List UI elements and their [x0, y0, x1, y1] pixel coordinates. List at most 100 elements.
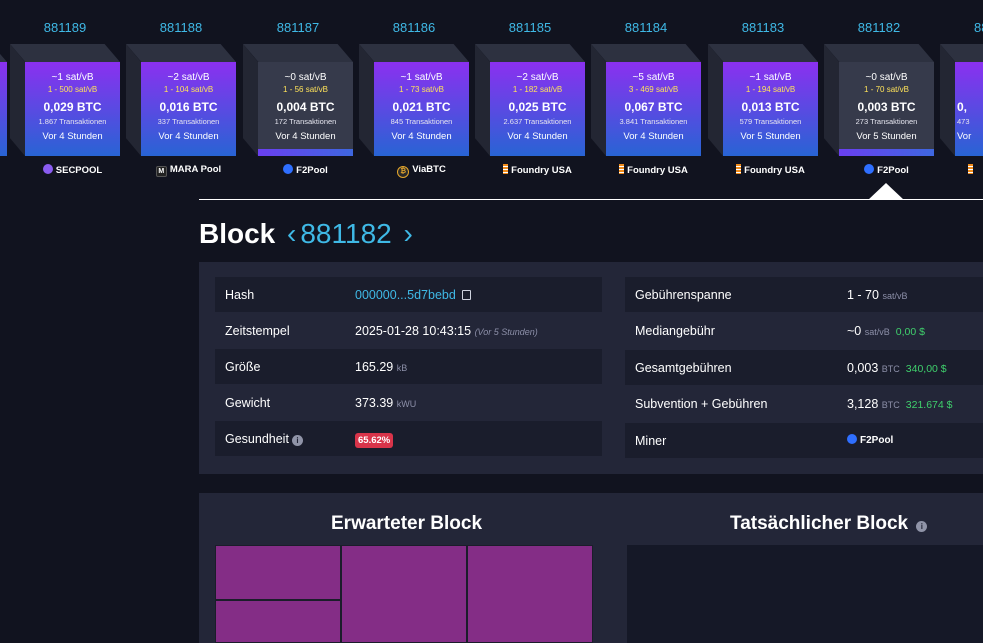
block-pool[interactable]: Foundry USA: [490, 164, 585, 176]
block-fill-bar: [258, 149, 353, 156]
block-cube[interactable]: 881187 ~0 sat/vB 1 - 56 sat/vB 0,004 BTC…: [243, 0, 353, 185]
block-tx-count: 1.867 Transaktionen: [38, 117, 107, 126]
block-median-fee: ~1 sat/vB: [749, 72, 792, 83]
block-height[interactable]: 881188: [126, 20, 236, 35]
block-cube[interactable]: 881181 0, 473 Vor: [940, 0, 983, 185]
viabtc-icon: ₿: [397, 166, 410, 178]
block-cube[interactable]: [0, 0, 7, 185]
page-title: Block ‹ 881182 ›: [199, 218, 417, 250]
selected-block-indicator: [868, 183, 904, 200]
foundry-icon: [503, 164, 509, 174]
block-fee-range: 1 - 104 sat/vB: [163, 85, 214, 94]
info-icon[interactable]: i: [916, 521, 928, 532]
block-height[interactable]: 881189: [10, 20, 120, 35]
detail-row-total-fees: Gesamtgebühren 0,003 BTC 340,00 $: [625, 350, 983, 385]
block-time: Vor: [957, 131, 972, 142]
actual-block-visualization[interactable]: [627, 545, 983, 643]
block-cube[interactable]: 881188 ~2 sat/vB 1 - 104 sat/vB 0,016 BT…: [126, 0, 236, 185]
block-pool[interactable]: F2Pool: [258, 164, 353, 176]
block-total-fees: 0,067 BTC: [624, 100, 683, 114]
block-cube[interactable]: 881189 ~1 sat/vB 1 - 500 sat/vB 0,029 BT…: [10, 0, 120, 185]
block-median-fee: ~1 sat/vB: [400, 72, 443, 83]
detail-row-health: Gesundheit i 65.62%: [215, 421, 602, 456]
copy-icon[interactable]: [461, 290, 471, 300]
block-time: Vor 5 Stunden: [740, 131, 801, 142]
block-height[interactable]: 881181: [974, 20, 983, 35]
foundry-icon: [619, 164, 625, 174]
block-total-fees: 0,: [957, 100, 968, 114]
block-total-fees: 0,016 BTC: [159, 100, 218, 114]
block-total-fees: 0,004 BTC: [276, 100, 335, 114]
block-size-value: 165.29: [355, 360, 394, 374]
block-median-fee: ~0 sat/vB: [284, 72, 327, 83]
tx-tile[interactable]: [467, 545, 593, 643]
block-fee-range: 3 - 469 sat/vB: [628, 85, 679, 94]
page-title-label: Block: [199, 218, 276, 249]
f2pool-icon: [864, 164, 875, 174]
block-tx-count: 2.637 Transaktionen: [503, 117, 572, 126]
block-tx-count: 3.841 Transaktionen: [619, 117, 688, 126]
block-timestamp: 2025-01-28 10:43:15: [355, 324, 472, 338]
block-median-fee: ~5 sat/vB: [632, 72, 675, 83]
expected-block-title: Erwarteter Block: [331, 513, 483, 534]
block-total-fees: 0,029 BTC: [43, 100, 102, 114]
fiat-value: 340,00 $: [905, 363, 947, 375]
block-tx-count: 473: [957, 117, 970, 126]
info-icon[interactable]: i: [291, 435, 303, 446]
block-hash-link[interactable]: 000000...5d7bebd: [355, 288, 456, 302]
block-cube[interactable]: 881184 ~5 sat/vB 3 - 469 sat/vB 0,067 BT…: [591, 0, 701, 185]
tx-tile[interactable]: [215, 600, 341, 643]
block-pool[interactable]: M MARA Pool: [141, 164, 236, 177]
f2pool-icon: [283, 164, 294, 174]
block-median-fee: ~2 sat/vB: [167, 72, 210, 83]
block-pool[interactable]: F2Pool: [839, 164, 934, 176]
foundry-icon: [968, 164, 973, 174]
block-pool[interactable]: Foundry USA: [723, 164, 818, 176]
detail-row-subsidy: Subvention + Gebühren 3,128 BTC 321.674 $: [635, 397, 953, 411]
fiat-value: 0,00 $: [895, 326, 925, 338]
block-cube[interactable]: 881186 ~1 sat/vB 1 - 73 sat/vB 0,021 BTC…: [359, 0, 469, 185]
block-time: Vor 4 Stunden: [275, 131, 336, 142]
tx-tile[interactable]: [215, 545, 341, 600]
miner-link[interactable]: F2Pool: [847, 434, 893, 446]
next-block-button[interactable]: ›: [404, 218, 413, 249]
block-pool[interactable]: [968, 164, 983, 176]
detail-row-weight: Gewicht 373.39 kWU: [225, 396, 417, 410]
block-weight-value: 373.39: [355, 396, 394, 410]
block-tx-count: 337 Transaktionen: [157, 117, 220, 126]
block-time: Vor 5 Stunden: [856, 131, 917, 142]
block-fee-range: 1 - 56 sat/vB: [283, 85, 328, 94]
previous-block-button[interactable]: ‹: [287, 218, 296, 249]
block-pool[interactable]: Foundry USA: [606, 164, 701, 176]
detail-row-hash: Hash 000000...5d7bebd: [215, 277, 602, 312]
block-height[interactable]: 881187: [243, 20, 353, 35]
block-height[interactable]: 881183: [708, 20, 818, 35]
block-height[interactable]: 881182: [824, 20, 934, 35]
block-time: Vor 4 Stunden: [623, 131, 684, 142]
secpool-icon: [42, 164, 53, 174]
block-median-fee: ~2 sat/vB: [516, 72, 559, 83]
detail-row-miner: Miner F2Pool: [625, 423, 983, 458]
tx-tile[interactable]: [341, 545, 467, 643]
block-time: Vor 4 Stunden: [391, 131, 452, 142]
expected-block-visualization[interactable]: [215, 545, 593, 643]
block-pool[interactable]: SECPOOL: [25, 164, 120, 176]
block-time: Vor 4 Stunden: [507, 131, 568, 142]
strip-divider: [199, 199, 983, 200]
f2pool-icon: [847, 434, 857, 444]
block-fill-bar: [839, 149, 934, 156]
detail-row-timestamp: Zeitstempel 2025-01-28 10:43:15 (Vor 5 S…: [225, 324, 538, 338]
detail-row-size: Größe 165.29 kB: [215, 349, 602, 384]
block-time: Vor 4 Stunden: [158, 131, 219, 142]
block-cube[interactable]: 881183 ~1 sat/vB 1 - 194 sat/vB 0,013 BT…: [708, 0, 818, 185]
block-cube-selected[interactable]: 881182 ~0 sat/vB 1 - 70 sat/vB 0,003 BTC…: [824, 0, 934, 185]
block-timestamp-relative: (Vor 5 Stunden): [474, 327, 538, 337]
block-height[interactable]: 881185: [475, 20, 585, 35]
block-pool[interactable]: ₿ ViaBTC: [374, 164, 469, 178]
block-height[interactable]: 881184: [591, 20, 701, 35]
block-height[interactable]: 881186: [359, 20, 469, 35]
block-total-fees: 0,013 BTC: [741, 100, 800, 114]
block-tx-count: 579 Transaktionen: [739, 117, 802, 126]
block-cube[interactable]: 881185 ~2 sat/vB 1 - 182 sat/vB 0,025 BT…: [475, 0, 585, 185]
block-overview-panel: Erwarteter Block Tatsächlicher Block i: [199, 493, 983, 643]
